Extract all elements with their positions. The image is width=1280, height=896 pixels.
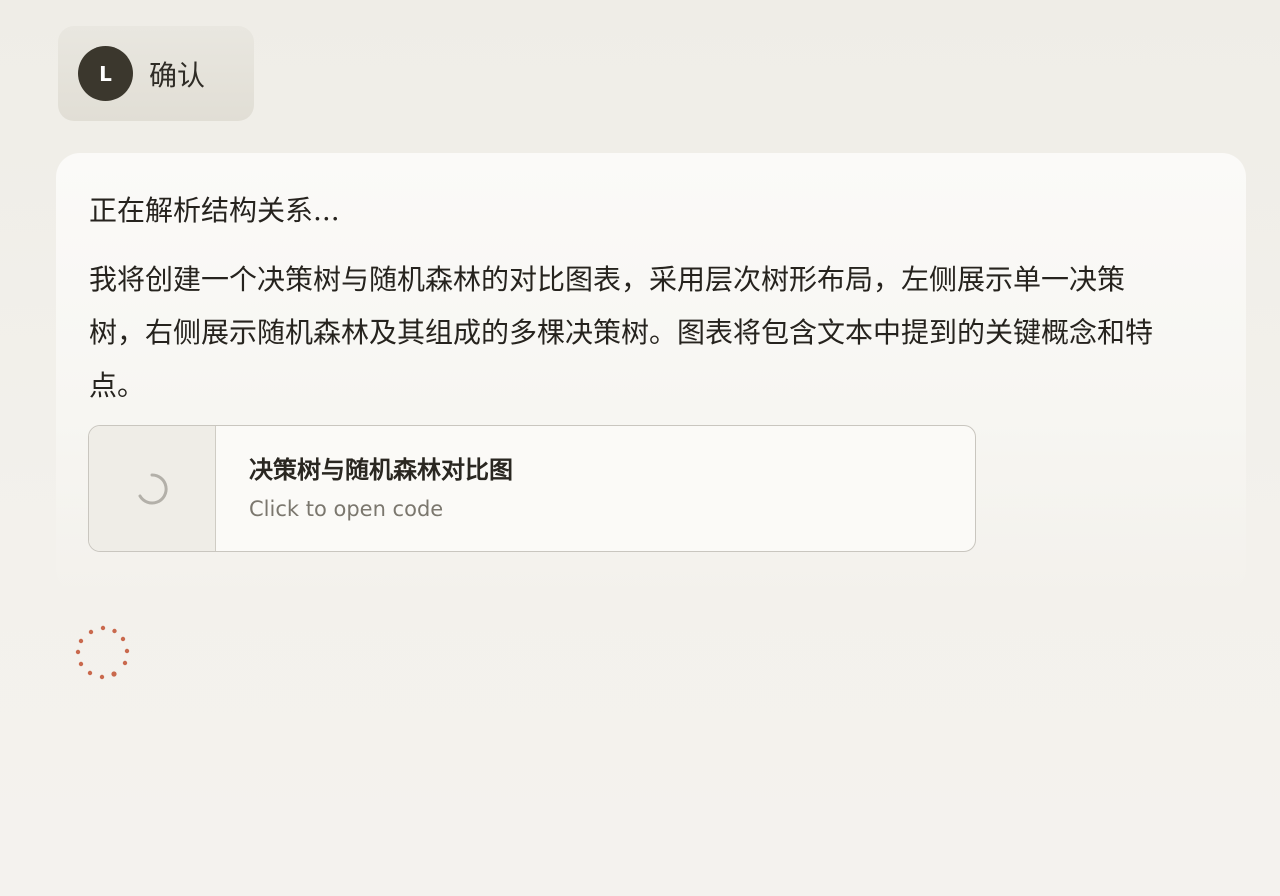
assistant-message: 正在解析结构关系... 我将创建一个决策树与随机森林的对比图表，采用层次树形布局… (56, 153, 1246, 593)
artifact-card[interactable]: 决策树与随机森林对比图 Click to open code (88, 425, 976, 552)
artifact-title: 决策树与随机森林对比图 (249, 456, 513, 484)
user-message-text: 确认 (149, 58, 206, 92)
avatar-initial: L (99, 61, 112, 86)
thinking-spinner-icon (75, 625, 130, 680)
artifact-subtitle: Click to open code (249, 497, 444, 521)
assistant-paragraph: 我将创建一个决策树与随机森林的对比图表，采用层次树形布局，左侧展示单一决策树，右… (89, 263, 1154, 402)
thinking-status: 正在解析结构关系... (89, 194, 340, 227)
user-avatar: L (78, 46, 133, 101)
artifact-thumbnail (89, 426, 216, 551)
chat-page: L 确认 正在解析结构关系... 我将创建一个决策树与随机森林的对比图表，采用层… (0, 0, 1280, 896)
loading-spinner-icon (138, 472, 168, 504)
artifact-info: 决策树与随机森林对比图 Click to open code (216, 426, 513, 551)
user-message: L 确认 (58, 26, 254, 121)
